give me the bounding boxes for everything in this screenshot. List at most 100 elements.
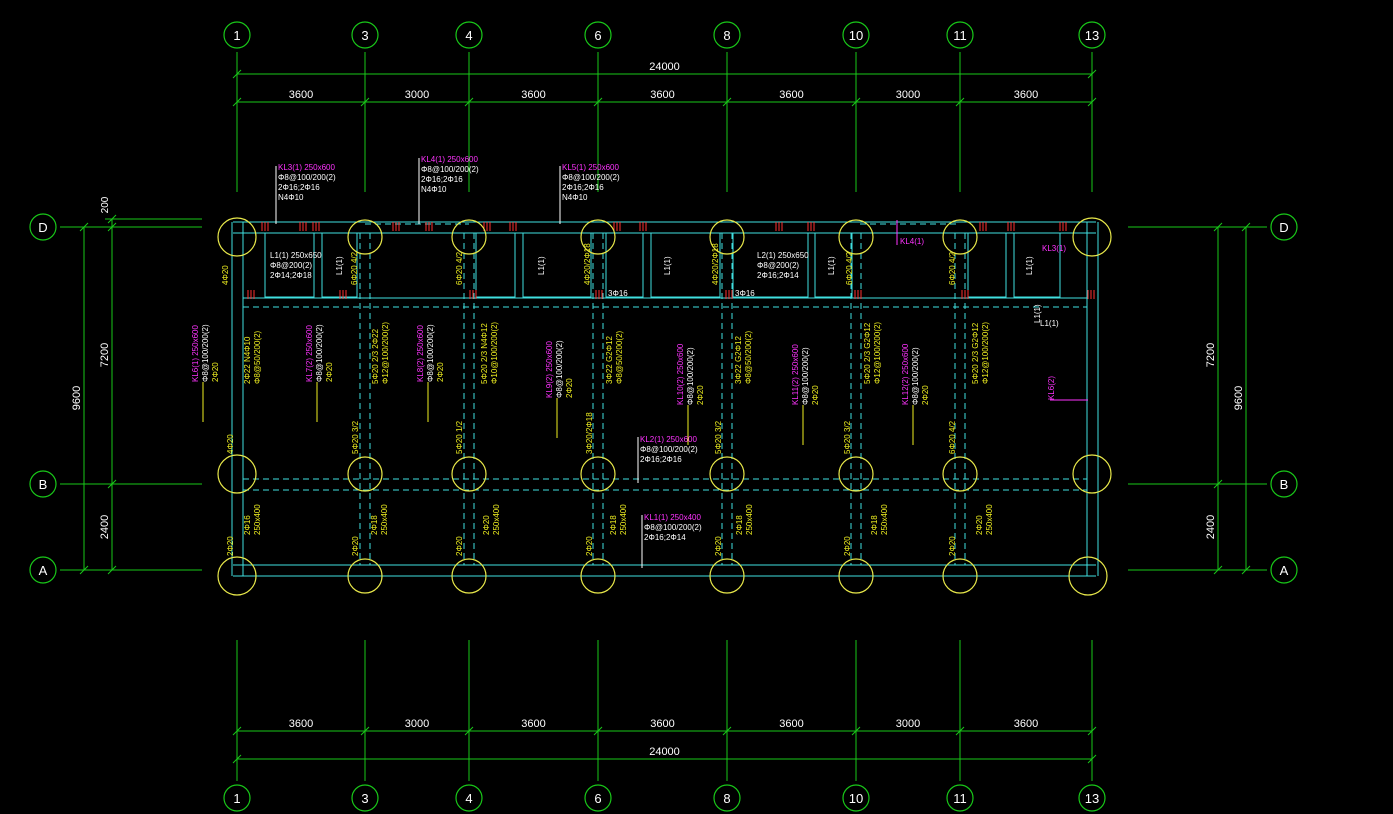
beam-label-kl1: KL1(1) 250x400Φ8@100/200(2)2Φ16;2Φ14 <box>644 513 702 542</box>
axis-bubble-label: 10 <box>849 28 863 43</box>
mid-bar-label: 5Φ20 3/2 <box>714 420 723 454</box>
bay-size: 250x400 <box>380 504 389 535</box>
column <box>942 456 978 492</box>
axis-bubble-top: 3 <box>351 21 379 49</box>
beam-label-kl2-line: 2Φ16;2Φ16 <box>640 455 682 464</box>
beam-label-top-line: Φ8@100/200(2) <box>421 165 479 174</box>
beam-label-kl2: KL2(1) 250x600Φ8@100/200(2)2Φ16;2Φ16 <box>640 435 698 464</box>
vertical-label-stirrup: Φ8@100/200(2) <box>555 340 564 398</box>
axis-bubble-label: D <box>1279 220 1288 235</box>
dim-span-label: 3000 <box>405 89 429 101</box>
axis-bubble-label: 1 <box>233 791 240 806</box>
top-bar-label: 6Φ20 4/2 <box>845 251 854 285</box>
bay-bars: 2Φ18 <box>735 515 744 535</box>
beam-label-kl1-line: 2Φ16;2Φ14 <box>644 533 686 542</box>
vertical-label-name: KL8(2) 250x600 <box>416 325 425 382</box>
web-bar-label: 5Φ20 2/3 2Φ22 Φ12@100/200(2) <box>371 322 390 384</box>
dim-left-part: 2400 <box>99 515 111 539</box>
bay-size: 250x400 <box>253 504 262 535</box>
dim-left-total: 9600 <box>71 386 83 410</box>
bottom-bar-label: 2Φ20 <box>714 536 723 556</box>
vertical-label-bars: 2Φ20 <box>696 385 705 405</box>
secondary-beam-box <box>605 232 644 298</box>
axis-bubble-top: 6 <box>584 21 612 49</box>
axis-bubble-label: A <box>1280 563 1289 578</box>
mid-bar-label: 5Φ20 1/2 <box>455 420 464 454</box>
beam-label-top-line: KL4(1) 250x600 <box>421 155 478 164</box>
small-beam-label: KL6(2) <box>1047 376 1056 400</box>
axis-bubble-label: D <box>38 220 47 235</box>
beam-label-kl2-line: KL2(1) 250x600 <box>640 435 697 444</box>
dim-span-label: 3600 <box>1014 718 1038 730</box>
dim-total-label: 24000 <box>649 746 680 758</box>
web-bar-label: 5Φ20 2/3 G2Φ12 Φ12@100/200(2) <box>971 322 990 384</box>
beam-label-top-line: N4Φ10 <box>421 185 447 194</box>
bottom-bar-label: 2Φ20 <box>226 536 235 556</box>
beam-label-l1-line: L1(1) 250x650 <box>270 251 322 260</box>
dim-span-label: 3600 <box>650 89 674 101</box>
dim-right-part: 7200 <box>1205 343 1217 367</box>
bay-size: 250x400 <box>492 504 501 535</box>
vertical-beam-label: KL6(1) 250x600 Φ8@100/200(2) 2Φ20 <box>191 324 220 382</box>
grid-lines <box>60 52 1267 781</box>
axis-bubble-label: 3 <box>361 791 368 806</box>
axis-bubble-label: 6 <box>594 28 601 43</box>
dim-left-part: 7200 <box>99 343 111 367</box>
top-bar-label: 6Φ20 4/2 <box>350 251 359 285</box>
axis-bubble-label: 13 <box>1085 791 1099 806</box>
bay-size: 250x400 <box>985 504 994 535</box>
dim-span-label: 3600 <box>779 718 803 730</box>
web-bar-text: 2Φ22 N4Φ10 <box>243 336 252 384</box>
column <box>347 219 383 255</box>
axis-bubble-bottom: 6 <box>584 784 612 812</box>
axis-bubble-bottom: 11 <box>946 784 974 812</box>
beam-label-top-line: Φ8@100/200(2) <box>278 173 336 182</box>
bay-beam-label: 2Φ20 250x400 <box>482 504 501 535</box>
misc-bar-label: 3Φ16 <box>608 289 628 298</box>
axis-bubble-top: 11 <box>946 21 974 49</box>
beam-label-top-line: 2Φ16;2Φ16 <box>278 183 320 192</box>
vertical-label-bars: 2Φ20 <box>325 362 334 382</box>
dim-span-label: 3600 <box>779 89 803 101</box>
vertical-label-name: KL9(2) 250x600 <box>545 341 554 398</box>
small-beam-label: L1(1) <box>663 256 672 275</box>
axis-bubble-label: 6 <box>594 791 601 806</box>
vertical-beam-label: KL12(2) 250x600 Φ8@100/200(2) 2Φ20 <box>901 343 930 405</box>
beam-label-kl1-line: Φ8@100/200(2) <box>644 523 702 532</box>
axis-bubble-bottom: 8 <box>713 784 741 812</box>
beam-label-top-line: Φ8@100/200(2) <box>562 173 620 182</box>
beam-label-top-line: N4Φ10 <box>278 193 304 202</box>
top-bar-label: 4Φ20/2Φ18 <box>711 243 720 285</box>
axis-bubble-top: 8 <box>713 21 741 49</box>
beam-label-top: KL4(1) 250x600Φ8@100/200(2)2Φ16;2Φ16N4Φ1… <box>421 155 479 194</box>
axis-bubble-left: B <box>29 470 57 498</box>
top-bar-label: 4Φ20 <box>221 265 230 285</box>
secondary-beam-box <box>650 232 721 298</box>
axis-bubbles: 1133446688101011111313D DB BA A <box>29 21 1298 812</box>
small-beam-label: KL4(1) <box>900 237 924 246</box>
dim-span-label: 3600 <box>521 718 545 730</box>
dim-span-label: 3600 <box>521 89 545 101</box>
bay-size: 250x400 <box>619 504 628 535</box>
web-bar-text: 5Φ20 2/3 2Φ22 <box>371 328 380 384</box>
vertical-label-name: KL11(2) 250x600 <box>791 344 800 405</box>
axis-bubble-label: B <box>1280 477 1289 492</box>
bay-size: 250x400 <box>745 504 754 535</box>
beam-label-l2-line: Φ8@200(2) <box>757 261 799 270</box>
mid-bar-label: 6Φ20 4/2 <box>948 420 957 454</box>
beam-label-l2: L2(1) 250x650Φ8@200(2)2Φ16;2Φ14 <box>757 251 809 280</box>
beam-label-kl1-line: KL1(1) 250x400 <box>644 513 701 522</box>
dim-span-label: 3600 <box>289 718 313 730</box>
beam-label-kl2-line: Φ8@100/200(2) <box>640 445 698 454</box>
vertical-beam-label: KL7(2) 250x600 Φ8@100/200(2) 2Φ20 <box>305 324 334 382</box>
web-stirrup-text: Φ8@50/200(2) <box>744 330 753 384</box>
vertical-label-stirrup: Φ8@100/200(2) <box>201 324 210 382</box>
axis-bubble-label: 1 <box>233 28 240 43</box>
beam-labels: KL3(1) 250x600Φ8@100/200(2)2Φ16;2Φ16N4Φ1… <box>191 155 1088 568</box>
beam-label-l2-line: L2(1) 250x650 <box>757 251 809 260</box>
axis-bubble-top: 13 <box>1078 21 1106 49</box>
web-bar-text: 5Φ20 2/3 G2Φ12 <box>863 322 872 384</box>
beam-label-l1-line: Φ8@200(2) <box>270 261 312 270</box>
bottom-bar-label: 2Φ20 <box>843 536 852 556</box>
vertical-label-stirrup: Φ8@100/200(2) <box>686 347 695 405</box>
